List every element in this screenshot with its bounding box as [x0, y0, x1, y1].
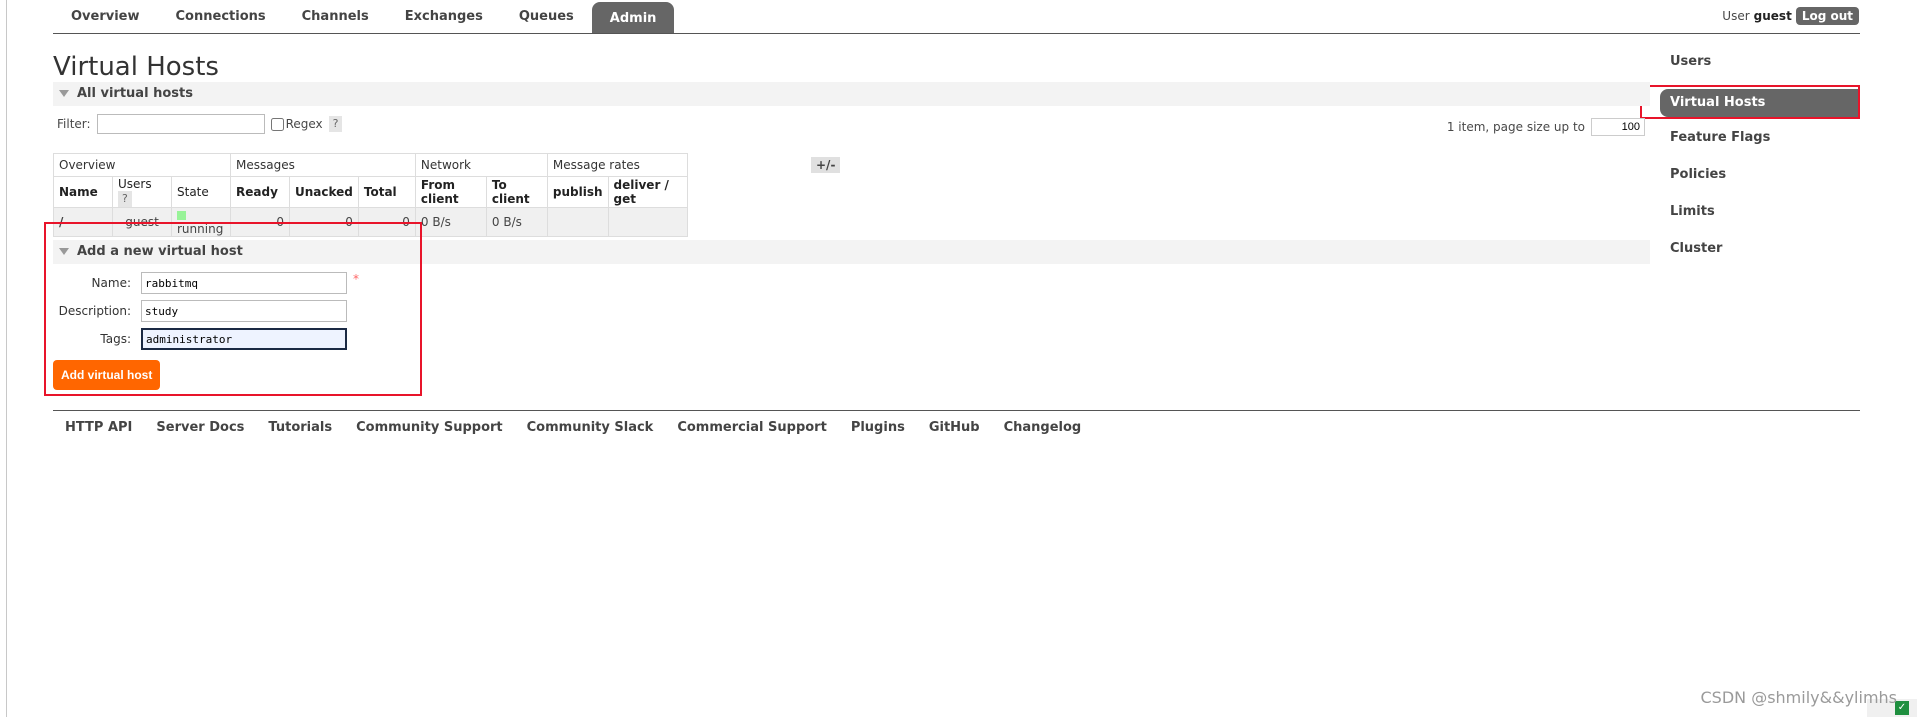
menu-item-limits[interactable]: Limits — [1660, 200, 1860, 237]
col-from-client[interactable]: From client — [414, 176, 487, 208]
footer-link-http-api[interactable]: HTTP API — [53, 418, 144, 438]
user-name: guest — [1753, 9, 1792, 23]
regex-help-icon[interactable]: ? — [328, 116, 343, 132]
logout-button[interactable]: Log out — [1795, 7, 1859, 25]
table-group-header: Overview Messages Network Message rates — [53, 153, 688, 177]
highlight-box-virtual-hosts — [1640, 85, 1860, 119]
users-help-icon[interactable]: ? — [118, 191, 132, 207]
footer-links: HTTP API Server Docs Tutorials Community… — [53, 418, 1093, 438]
tab-overview[interactable]: Overview — [53, 0, 158, 34]
regex-checkbox[interactable] — [270, 117, 284, 131]
menu-item-users[interactable]: Users — [1660, 50, 1860, 87]
col-total[interactable]: Total — [357, 176, 416, 208]
page-title: Virtual Hosts — [53, 52, 219, 82]
footer-link-commercial-support[interactable]: Commercial Support — [665, 418, 839, 438]
top-nav: Overview Connections Channels Exchanges … — [53, 0, 675, 34]
section-toggle-all-vhosts[interactable]: All virtual hosts — [53, 82, 1650, 106]
table-column-header: Name Users ? State Ready Unacked Total F… — [53, 176, 688, 208]
user-label: User — [1722, 9, 1750, 23]
footer-link-changelog[interactable]: Changelog — [992, 418, 1094, 438]
tab-exchanges[interactable]: Exchanges — [387, 0, 501, 34]
col-ready[interactable]: Ready — [230, 176, 290, 208]
footer-divider — [53, 410, 1860, 411]
cell-deliver-get — [607, 207, 688, 237]
section-title-all-vhosts: All virtual hosts — [77, 86, 193, 101]
group-messages: Messages — [230, 153, 416, 177]
nav-divider — [53, 33, 1860, 34]
filter-input[interactable] — [96, 114, 265, 134]
regex-label: Regex — [285, 117, 323, 131]
footer-link-community-slack[interactable]: Community Slack — [515, 418, 666, 438]
col-publish[interactable]: publish — [546, 176, 609, 208]
tab-connections[interactable]: Connections — [158, 0, 284, 34]
cell-from-client: 0 B/s — [414, 207, 487, 237]
group-message-rates: Message rates — [546, 153, 688, 177]
cell-to-client: 0 B/s — [485, 207, 548, 237]
footer-link-tutorials[interactable]: Tutorials — [256, 418, 344, 438]
highlight-box-add-form — [44, 222, 422, 396]
user-box: User guest Log out — [1722, 7, 1859, 25]
col-users[interactable]: Users ? — [112, 176, 172, 208]
cell-publish — [546, 207, 609, 237]
tab-queues[interactable]: Queues — [501, 0, 592, 34]
col-unacked[interactable]: Unacked — [289, 176, 359, 208]
col-to-client[interactable]: To client — [485, 176, 548, 208]
watermark: CSDN @shmily&&ylimhs — [1700, 688, 1898, 707]
filter-label: Filter: — [57, 117, 91, 131]
col-deliver-get[interactable]: deliver / get — [607, 176, 688, 208]
group-overview: Overview — [53, 153, 231, 177]
filter-row: Filter: Regex ? — [57, 114, 343, 134]
window-edge — [6, 0, 7, 717]
menu-item-cluster[interactable]: Cluster — [1660, 237, 1860, 274]
collapse-triangle-icon — [59, 90, 69, 97]
paging-controls: 1 item, page size up to — [1447, 118, 1645, 136]
footer-link-github[interactable]: GitHub — [917, 418, 992, 438]
column-toggle-button[interactable]: +/- — [811, 157, 841, 173]
admin-side-menu: Users Virtual Hosts Feature Flags Polici… — [1660, 50, 1860, 274]
footer-link-plugins[interactable]: Plugins — [839, 418, 917, 438]
page-size-input[interactable] — [1591, 118, 1645, 136]
state-indicator-icon — [177, 211, 186, 220]
col-name[interactable]: Name — [53, 176, 113, 208]
menu-item-policies[interactable]: Policies — [1660, 163, 1860, 200]
col-state[interactable]: State — [171, 176, 231, 208]
group-network: Network — [414, 153, 548, 177]
tab-admin[interactable]: Admin — [591, 2, 675, 34]
menu-item-feature-flags[interactable]: Feature Flags — [1660, 126, 1860, 163]
paging-text: 1 item, page size up to — [1446, 120, 1585, 134]
tab-channels[interactable]: Channels — [284, 0, 387, 34]
footer-link-server-docs[interactable]: Server Docs — [144, 418, 256, 438]
shield-check-icon: ✓ — [1895, 701, 1909, 715]
regex-option: Regex — [270, 117, 323, 131]
footer-link-community-support[interactable]: Community Support — [344, 418, 515, 438]
